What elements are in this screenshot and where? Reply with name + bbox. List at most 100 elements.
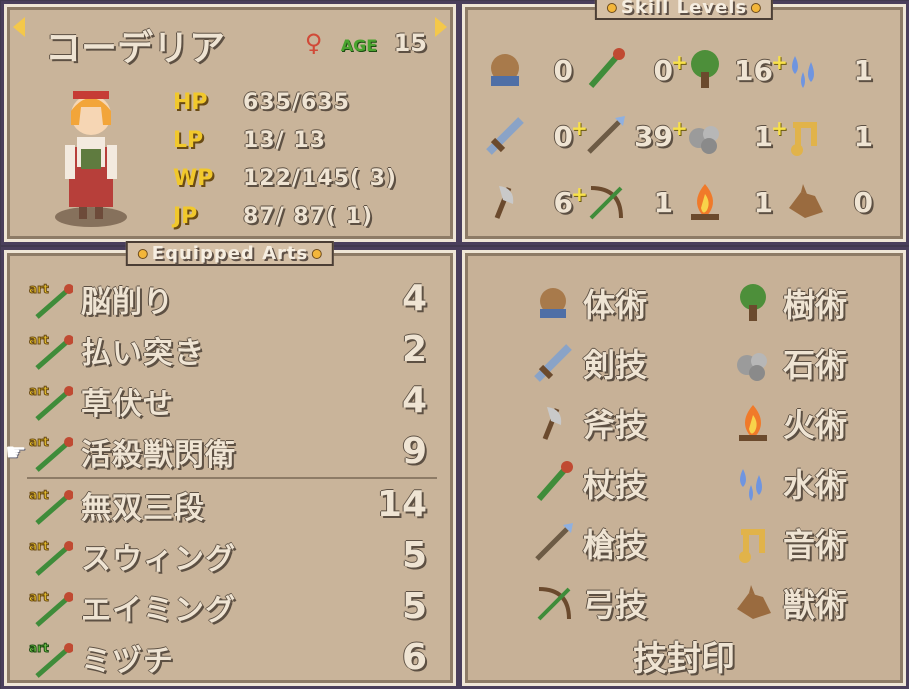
equipped-arts-panel: Equipped Arts art 脳削り 4 art 払い突き 2 art 草…	[1, 241, 459, 689]
art-row[interactable]: art スウィング 5	[27, 530, 437, 581]
music-icon: +	[771, 112, 829, 160]
skill-level-fist: 0	[481, 37, 581, 103]
sword-icon	[531, 341, 575, 385]
art-staff-icon: art	[27, 330, 73, 370]
axe-icon	[481, 178, 529, 226]
bow-icon: +	[571, 178, 629, 226]
axe-icon	[531, 401, 575, 445]
art-value: 9	[401, 431, 427, 472]
art-row[interactable]: art 無双三段 14	[27, 477, 437, 530]
skill-type-beast[interactable]: 獣術	[731, 573, 909, 633]
art-staff-icon: art	[27, 638, 73, 678]
art-staff-icon: art	[27, 432, 73, 472]
arts-list: art 脳削り 4 art 払い突き 2 art 草伏せ 4 ☛ art 活殺獣…	[5, 273, 437, 683]
art-name: スウィング	[81, 541, 236, 577]
art-name: 活殺獣閃衛	[81, 437, 236, 473]
water-icon: +	[771, 46, 829, 94]
art-staff-icon: art	[27, 587, 73, 627]
prev-character-arrow-icon[interactable]	[13, 17, 25, 37]
art-row[interactable]: art 脳削り 4	[27, 273, 437, 324]
svg-text:art: art	[29, 435, 49, 449]
age-display: ♀ AGE 15	[305, 29, 427, 57]
skill-type-martial[interactable]: 体術	[531, 273, 731, 333]
art-row[interactable]: art ミヅチ 6	[27, 632, 437, 683]
spear-icon: +	[571, 112, 629, 160]
character-panel: コーデリア ♀ AGE 15 HP 635/635 LP 13/ 13 WP 1…	[1, 1, 459, 245]
svg-text:art: art	[29, 641, 49, 655]
skill-types-grid: 体術 樹術 剣技 石術 斧技 火術 杖技 水術 槍技 音術 弓技 獣術	[531, 273, 909, 633]
skill-type-axe[interactable]: 斧技	[531, 393, 731, 453]
skill-type-music[interactable]: 音術	[731, 513, 909, 573]
lp-label: LP	[173, 127, 204, 153]
skill-type-water[interactable]: 水術	[731, 453, 909, 513]
staff-icon	[531, 461, 575, 505]
art-row[interactable]: art 払い突き 2	[27, 324, 437, 375]
skill-types-panel: 体術 樹術 剣技 石術 斧技 火術 杖技 水術 槍技 音術 弓技 獣術 技封印	[459, 247, 909, 689]
skill-type-fire[interactable]: 火術	[731, 393, 909, 453]
art-staff-icon: art	[27, 485, 73, 525]
svg-text:art: art	[29, 333, 49, 347]
skill-type-spear[interactable]: 槍技	[531, 513, 731, 573]
spear-icon	[531, 521, 575, 565]
skill-levels-title: Skill Levels	[594, 0, 774, 20]
skill-level-axe: 6	[481, 169, 581, 235]
arts-seal-button[interactable]: 技封印	[465, 631, 903, 680]
bow-icon	[531, 581, 575, 625]
art-value: 4	[401, 278, 427, 319]
stone-icon: +	[671, 112, 729, 160]
skill-level-staff: 0	[581, 37, 681, 103]
art-value: 6	[401, 637, 427, 678]
skill-level-beast: 0	[781, 169, 881, 235]
fire-icon	[731, 401, 775, 445]
fist-icon	[481, 46, 529, 94]
stone-icon	[731, 341, 775, 385]
fire-icon	[681, 178, 729, 226]
hp-value: 635/635	[243, 89, 350, 115]
svg-text:art: art	[29, 384, 49, 398]
beast-icon	[781, 178, 829, 226]
art-staff-icon: art	[27, 279, 73, 319]
lp-value: 13/ 13	[243, 127, 326, 153]
skill-level-tree: + 16	[671, 37, 781, 103]
skill-type-bow[interactable]: 弓技	[531, 573, 731, 633]
character-name: コーデリア	[45, 28, 226, 69]
water-icon	[731, 461, 775, 505]
skill-type-staff[interactable]: 杖技	[531, 453, 731, 513]
jp-row: JP 87/ 87( 1)	[173, 197, 443, 235]
art-name: エイミング	[81, 592, 236, 628]
art-row[interactable]: art 草伏せ 4	[27, 375, 437, 426]
hp-label: HP	[173, 89, 208, 115]
fist-icon	[531, 281, 575, 325]
lp-row: LP 13/ 13	[173, 121, 443, 159]
art-staff-icon: art	[27, 536, 73, 576]
music-icon	[731, 521, 775, 565]
svg-text:art: art	[29, 539, 49, 553]
art-row[interactable]: art エイミング 5	[27, 581, 437, 632]
wp-value: 122/145( 3)	[243, 165, 397, 191]
wp-label: WP	[173, 165, 214, 191]
character-portrait	[41, 67, 141, 232]
art-name: 脳削り	[81, 284, 174, 320]
jp-value: 87/ 87( 1)	[243, 203, 374, 229]
tree-icon: +	[671, 46, 729, 94]
art-name: 無双三段	[81, 490, 205, 526]
skill-level-water: + 1	[771, 37, 881, 103]
svg-text:art: art	[29, 590, 49, 604]
art-value: 4	[401, 380, 427, 421]
art-value: 2	[401, 329, 427, 370]
skill-level-bow: + 1	[571, 169, 681, 235]
skill-type-stone[interactable]: 石術	[731, 333, 909, 393]
art-value: 5	[401, 535, 427, 576]
skill-level-stone: + 1	[671, 103, 781, 169]
art-row-selected[interactable]: ☛ art 活殺獣閃衛 9	[5, 426, 437, 477]
next-character-arrow-icon[interactable]	[435, 17, 447, 37]
skill-level-spear: + 39	[571, 103, 681, 169]
status-screen: コーデリア ♀ AGE 15 HP 635/635 LP 13/ 13 WP 1…	[0, 0, 909, 689]
skill-type-sword[interactable]: 剣技	[531, 333, 731, 393]
wp-row: WP 122/145( 3)	[173, 159, 443, 197]
skill-level-music: + 1	[771, 103, 881, 169]
art-staff-icon: art	[27, 381, 73, 421]
skill-type-tree[interactable]: 樹術	[731, 273, 909, 333]
art-value: 5	[401, 586, 427, 627]
skill-levels-panel: Skill Levels 0 0 + 16 + 1 0 + 39 + 1 + 1…	[459, 0, 909, 245]
